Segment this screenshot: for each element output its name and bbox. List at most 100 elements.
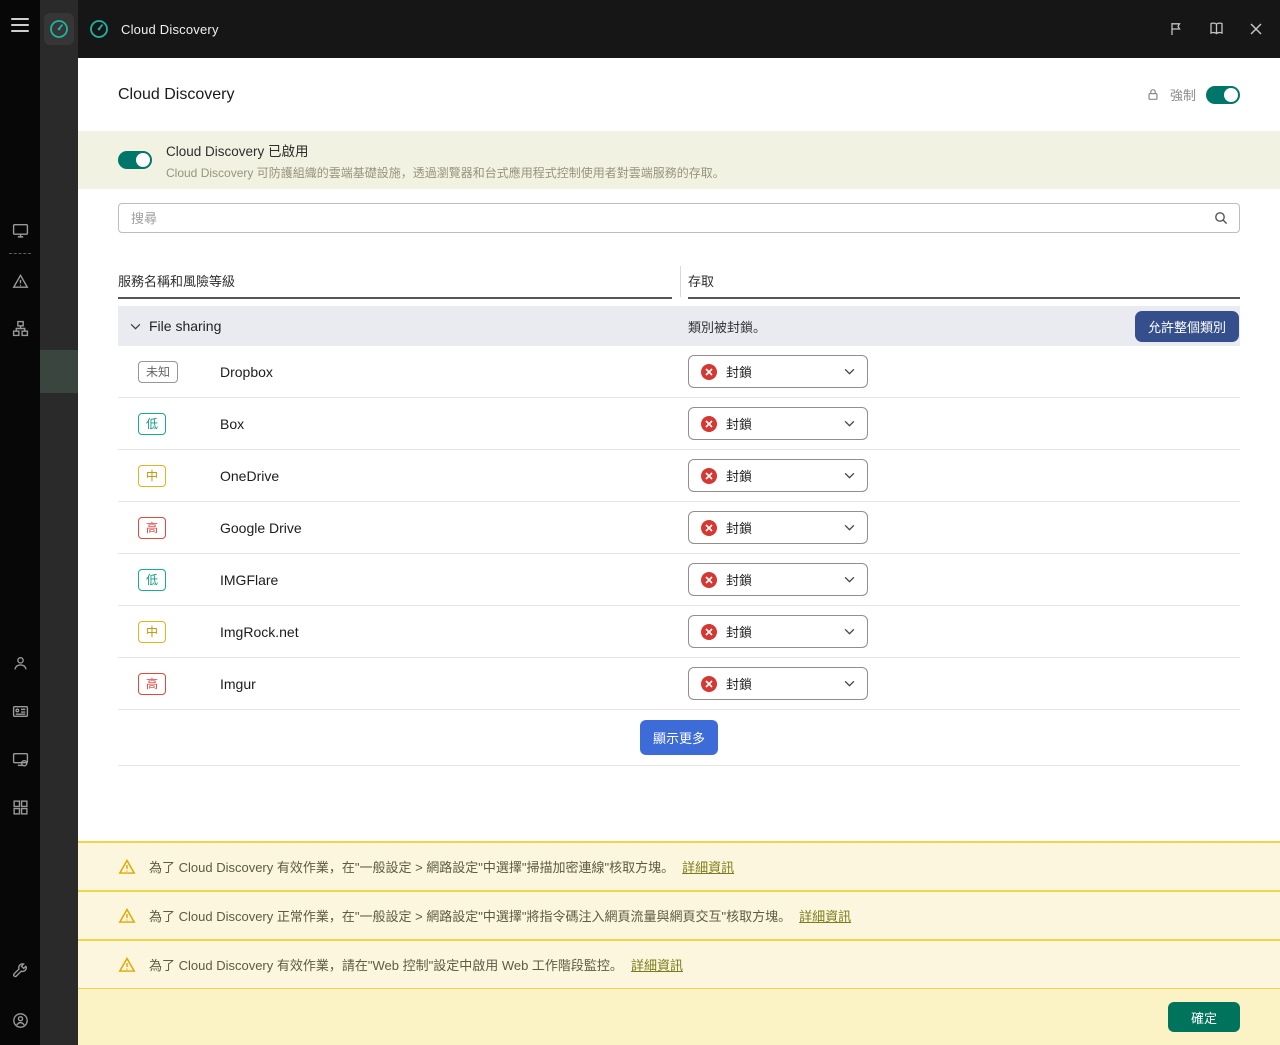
service-cell: 高 Google Drive [118,502,688,553]
window-title: Cloud Discovery [121,21,219,37]
service-name: Dropbox [220,363,273,380]
blocked-icon [701,415,717,432]
access-cell: 封鎖 [688,407,1240,440]
window-titlebar: Cloud Discovery [78,0,1280,58]
chevron-down-icon [844,576,855,583]
category-row: File sharing 類別被封鎖。 允許整個類別 [118,306,1240,346]
secondary-rail [40,0,78,1045]
chevron-down-icon [844,680,855,687]
service-rows: 未知 Dropbox 封鎖 低 Box 封鎖 中 OneDrive 封鎖 高 G… [118,346,1240,710]
service-cell: 高 Imgur [118,658,688,709]
warning-triangle-icon[interactable] [0,273,40,290]
warning-banner: 為了 Cloud Discovery 有效作業，請在"Web 控制"設定中啟用 … [78,939,1280,988]
access-value: 封鎖 [726,469,753,484]
blocked-icon [701,623,717,640]
service-name: ImgRock.net [220,623,299,640]
access-value: 封鎖 [726,573,753,588]
device-icon[interactable] [0,751,40,768]
wrench-icon[interactable] [0,963,40,980]
category-toggle[interactable]: File sharing [118,318,688,334]
enabled-banner: Cloud Discovery 已啟用 Cloud Discovery 可防護組… [78,131,1280,189]
hierarchy-icon[interactable] [0,320,40,337]
access-dropdown[interactable]: 封鎖 [688,563,868,596]
access-cell: 封鎖 [688,511,1240,544]
table-header: 服務名稱和風險等級 存取 [118,260,1240,299]
user-icon[interactable] [0,655,40,672]
access-dropdown[interactable]: 封鎖 [688,667,868,700]
access-value: 封鎖 [726,365,753,380]
help-book-icon[interactable] [1208,21,1225,37]
search-bar [118,203,1240,233]
search-icon[interactable] [1213,210,1229,226]
enforce-label: 強制 [1169,88,1196,103]
warning-banner: 為了 Cloud Discovery 有效作業，在"一般設定 > 網路設定"中選… [78,841,1280,890]
details-link[interactable]: 詳細資訊 [682,857,734,876]
details-link[interactable]: 詳細資訊 [631,955,683,974]
access-dropdown[interactable]: 封鎖 [688,459,868,492]
service-name: IMGFlare [220,571,279,588]
warning-triangle-icon [118,907,136,925]
app-logo-icon[interactable] [44,13,74,45]
table-row: 中 ImgRock.net 封鎖 [118,606,1240,658]
page-title: Cloud Discovery [118,85,235,103]
window-logo-icon [88,18,110,40]
chevron-down-icon [844,524,855,531]
id-card-icon[interactable] [0,703,40,720]
risk-badge: 高 [138,672,167,695]
service-cell: 低 IMGFlare [118,554,688,605]
cloud-discovery-panel: Cloud Discovery 強制 Cloud Discovery 已啟用 C… [78,58,1280,1045]
chevron-down-icon [844,368,855,375]
risk-badge: 低 [138,568,167,591]
warning-triangle-icon [118,858,136,876]
flag-icon[interactable] [1168,21,1184,37]
blocked-icon [701,519,717,536]
enforce-toggle[interactable] [1206,85,1240,104]
column-access: 存取 [680,260,1240,299]
close-icon[interactable] [1249,22,1263,36]
access-value: 封鎖 [726,521,753,536]
allow-category-button[interactable]: 允許整個類別 [1134,310,1239,342]
access-dropdown[interactable]: 封鎖 [688,407,868,440]
risk-badge: 未知 [138,360,179,383]
risk-badge: 中 [138,620,167,643]
show-more-button[interactable]: 顯示更多 [639,720,718,755]
access-dropdown[interactable]: 封鎖 [688,355,868,388]
access-dropdown[interactable]: 封鎖 [688,615,868,648]
monitor-icon[interactable] [0,222,40,239]
enabled-description: Cloud Discovery 可防護組織的雲端基礎設施，透過瀏覽器和台式應用程… [166,165,725,180]
grid-icon[interactable] [0,799,40,816]
access-cell: 封鎖 [688,459,1240,492]
access-value: 封鎖 [726,677,753,692]
access-dropdown[interactable]: 封鎖 [688,511,868,544]
access-cell: 封鎖 [688,615,1240,648]
ok-button[interactable]: 確定 [1168,1002,1240,1032]
chevron-down-icon [844,628,855,635]
support-person-icon[interactable] [0,1012,40,1029]
access-value: 封鎖 [726,625,753,640]
enabled-toggle[interactable] [118,151,152,169]
risk-badge: 低 [138,412,167,435]
service-name: Imgur [220,675,256,692]
blocked-icon [701,675,717,692]
table-row: 高 Google Drive 封鎖 [118,502,1240,554]
hamburger-menu-icon[interactable] [11,18,29,32]
service-name: OneDrive [220,467,280,484]
service-name: Google Drive [220,519,302,536]
search-input[interactable] [118,203,1240,233]
blocked-icon [701,571,717,588]
warning-text: 為了 Cloud Discovery 有效作業，請在"Web 控制"設定中啟用 … [149,958,623,973]
warnings-section: 為了 Cloud Discovery 有效作業，在"一般設定 > 網路設定"中選… [78,841,1280,988]
show-more-section: 顯示更多 [118,710,1240,766]
table-row: 中 OneDrive 封鎖 [118,450,1240,502]
chevron-down-icon [130,323,141,330]
blocked-icon [701,467,717,484]
risk-badge: 中 [138,464,167,487]
enabled-title: Cloud Discovery 已啟用 [166,143,309,159]
details-link[interactable]: 詳細資訊 [799,906,851,925]
access-cell: 封鎖 [688,563,1240,596]
risk-badge: 高 [138,516,167,539]
service-cell: 未知 Dropbox [118,346,688,397]
warning-text: 為了 Cloud Discovery 正常作業，在"一般設定 > 網路設定"中選… [149,909,792,924]
access-value: 封鎖 [726,417,753,432]
left-rail [0,0,40,1045]
